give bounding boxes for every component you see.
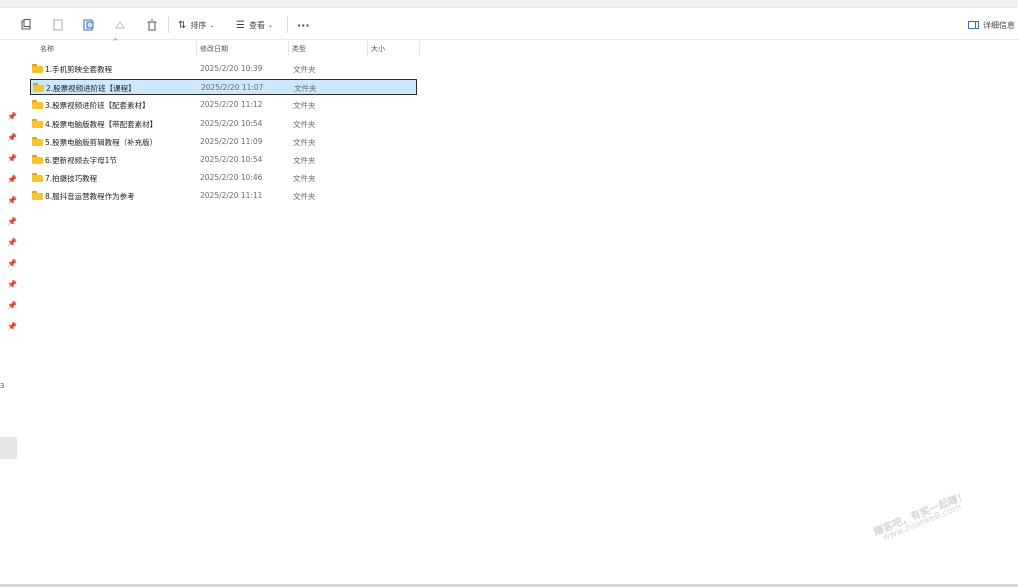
sort-button[interactable]: ⇅ 排序 ⌄	[178, 15, 214, 35]
cut-icon[interactable]	[52, 15, 64, 35]
file-name: 3.股票视频进阶班【配套素材】	[45, 101, 150, 111]
column-divider[interactable]	[419, 41, 420, 56]
column-name[interactable]: 名称	[40, 44, 54, 54]
title-strip	[0, 0, 1018, 8]
file-name: 4.股票电脑版教程【带配套素材】	[45, 119, 158, 129]
toolbar-separator	[168, 17, 169, 33]
pin-icon[interactable]: 📌	[7, 154, 17, 164]
file-row[interactable]: 1.手机剪映全套教程 2025/2/20 10:39 文件夹	[30, 61, 417, 77]
file-name: 2.股票视频进阶班【课程】	[46, 84, 136, 94]
file-row[interactable]: 8.服抖音运营教程作为参考 2025/2/20 11:11 文件夹	[30, 188, 417, 204]
new-item-icon[interactable]	[20, 15, 32, 35]
toolbar-separator	[287, 17, 288, 33]
file-modified: 2025/2/20 11:09	[200, 136, 263, 146]
share-icon[interactable]	[114, 15, 126, 35]
more-options-button[interactable]: ···	[297, 15, 310, 35]
file-modified: 2025/2/20 10:54	[200, 118, 263, 128]
pin-icon[interactable]: 📌	[7, 280, 17, 290]
file-modified: 2025/2/20 10:39	[200, 64, 263, 73]
pin-icon[interactable]: 📌	[7, 322, 17, 332]
file-type: 文件夹	[293, 174, 316, 184]
file-row[interactable]: 7.拍摄技巧教程 2025/2/20 10:46 文件夹	[30, 170, 417, 186]
details-pane-label: 详细信息	[983, 20, 1015, 30]
sort-ascending-icon: ^	[112, 37, 119, 46]
file-type: 文件夹	[293, 65, 316, 74]
pin-icon[interactable]: 📌	[7, 175, 17, 185]
nav-scroll-thumb[interactable]	[0, 437, 17, 459]
delete-icon[interactable]	[146, 15, 158, 35]
pin-icon[interactable]: 📌	[7, 217, 17, 227]
file-row[interactable]: 2.股票视频进阶班【课程】 2025/2/20 11:07 文件夹	[30, 79, 417, 96]
file-name: 8.服抖音运营教程作为参考	[45, 192, 135, 202]
file-type: 文件夹	[293, 101, 316, 111]
folder-icon	[32, 64, 43, 73]
copy-icon[interactable]	[83, 15, 95, 35]
nav-label-fragment: 3	[0, 382, 5, 390]
folder-icon	[32, 173, 43, 183]
chevron-down-icon: ⌄	[209, 21, 215, 29]
column-size[interactable]: 大小	[371, 44, 385, 54]
view-button[interactable]: ☰ 查看 ⌄	[236, 15, 273, 35]
file-modified: 2025/2/20 11:07	[201, 83, 264, 93]
details-pane-icon	[968, 21, 979, 29]
pin-icon[interactable]: 📌	[7, 259, 17, 269]
pin-icon[interactable]: 📌	[7, 133, 17, 143]
file-modified: 2025/2/20 11:11	[200, 191, 263, 201]
column-modified[interactable]: 修改日期	[200, 44, 228, 54]
column-divider[interactable]	[196, 41, 197, 56]
pin-icon[interactable]: 📌	[7, 301, 17, 311]
file-modified: 2025/2/20 10:46	[200, 173, 263, 183]
file-row[interactable]: 5.股票电脑版剪辑教程（补充版） 2025/2/20 11:09 文件夹	[30, 134, 417, 150]
file-type: 文件夹	[293, 156, 316, 165]
file-row[interactable]: 6.更新视频去字母1节 2025/2/20 10:54 文件夹	[30, 152, 417, 168]
sort-icon: ⇅	[178, 19, 187, 31]
column-divider[interactable]	[288, 41, 289, 56]
folder-icon	[32, 118, 43, 128]
chevron-down-icon: ⌄	[267, 21, 273, 29]
file-row[interactable]: 3.股票视频进阶班【配套素材】 2025/2/20 11:12 文件夹	[30, 97, 417, 113]
file-type: 文件夹	[293, 119, 316, 129]
folder-icon	[32, 100, 43, 110]
file-name: 5.股票电脑版剪辑教程（补充版）	[45, 137, 158, 147]
command-bar: ⇅ 排序 ⌄ ☰ 查看 ⌄ ··· 详细信息	[0, 9, 1018, 40]
column-header: ^ 名称 修改日期 类型 大小	[30, 37, 420, 56]
file-row[interactable]: 4.股票电脑版教程【带配套素材】 2025/2/20 10:54 文件夹	[30, 116, 417, 132]
file-name: 6.更新视频去字母1节	[45, 156, 117, 165]
view-label: 查看	[248, 20, 265, 30]
sort-label: 排序	[190, 20, 207, 30]
file-type: 文件夹	[294, 84, 317, 94]
view-icon: ☰	[236, 19, 245, 31]
details-pane-button[interactable]: 详细信息	[968, 15, 1015, 35]
file-type: 文件夹	[293, 137, 316, 147]
folder-icon	[33, 83, 44, 93]
column-divider[interactable]	[367, 41, 368, 56]
folder-icon	[32, 136, 43, 146]
pin-icon[interactable]: 📌	[7, 196, 17, 206]
file-modified: 2025/2/20 11:12	[200, 100, 263, 110]
folder-icon	[32, 155, 43, 164]
column-type[interactable]: 类型	[292, 44, 306, 54]
folder-icon	[32, 191, 43, 201]
file-modified: 2025/2/20 10:54	[200, 155, 263, 164]
pin-icon[interactable]: 📌	[7, 112, 17, 122]
file-name: 7.拍摄技巧教程	[45, 174, 98, 184]
file-name: 1.手机剪映全套教程	[45, 65, 113, 74]
file-type: 文件夹	[293, 192, 316, 202]
navigation-pane: 📌 📌 📌 📌 📌 📌 📌 📌 📌 📌 📌	[0, 40, 22, 580]
pin-icon[interactable]: 📌	[7, 238, 17, 248]
